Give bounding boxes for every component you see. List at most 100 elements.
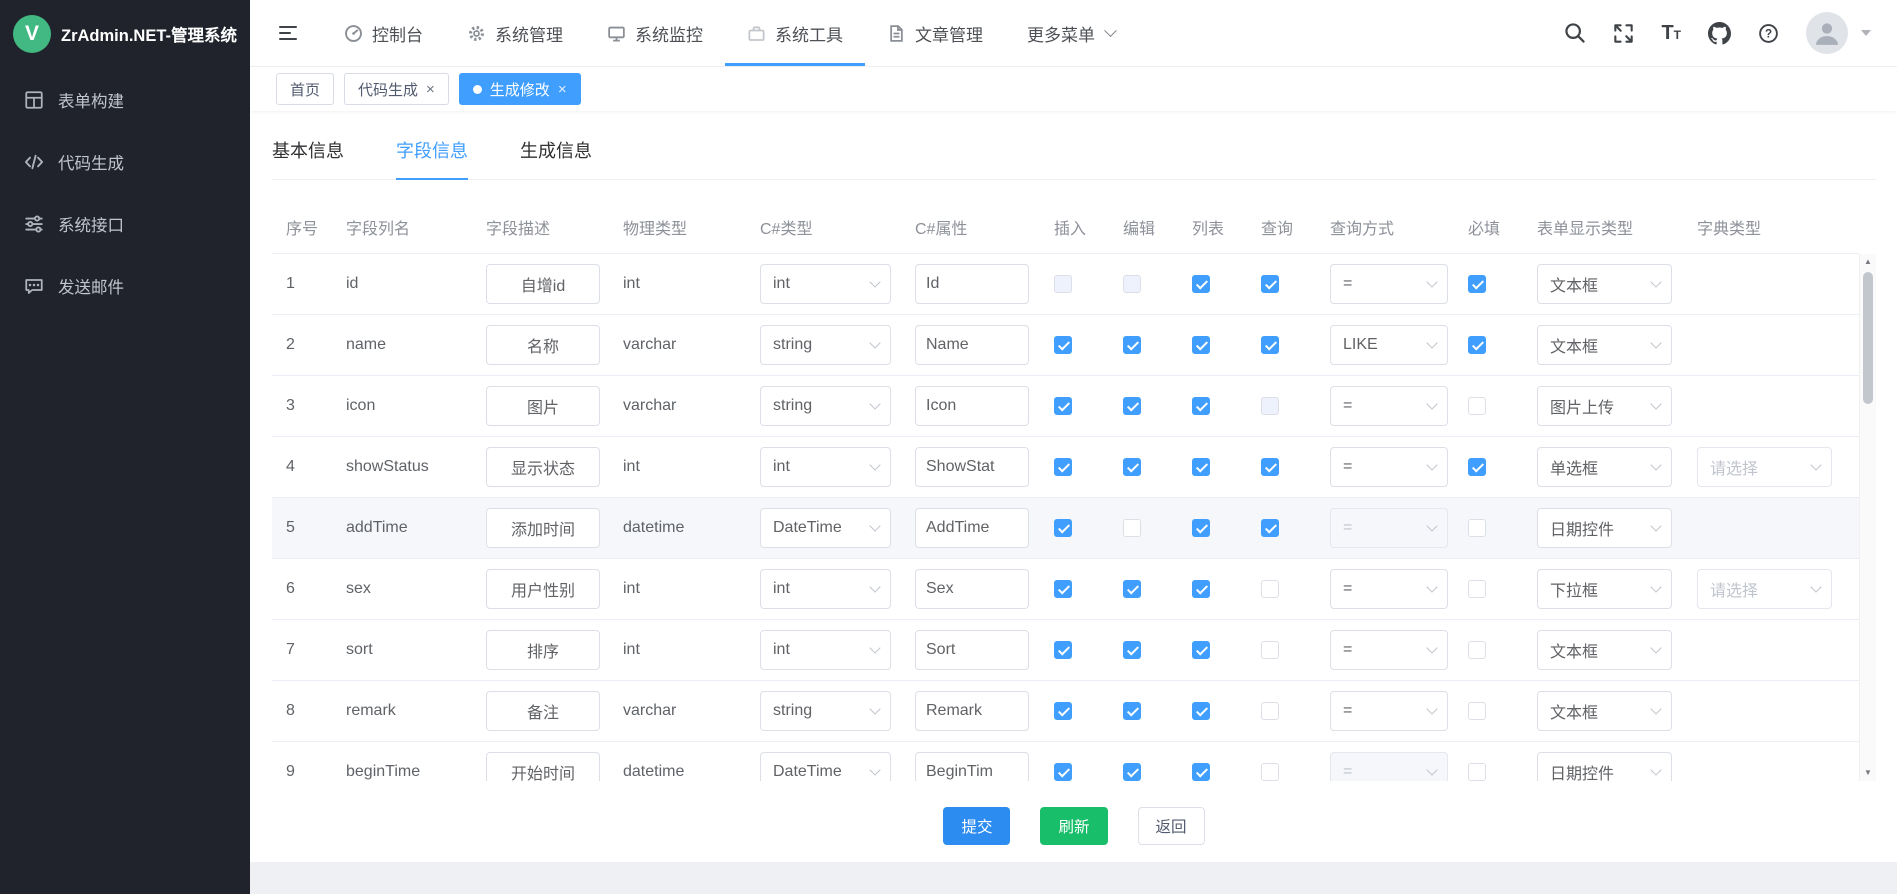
insert-checkbox[interactable] <box>1054 763 1072 781</box>
field-desc-input[interactable] <box>486 752 600 781</box>
field-desc-input[interactable] <box>486 325 600 365</box>
required-checkbox[interactable] <box>1468 641 1486 659</box>
display-type-select[interactable]: 日期控件 <box>1537 752 1672 781</box>
insert-checkbox[interactable] <box>1054 275 1072 293</box>
display-type-select[interactable]: 日期控件 <box>1537 508 1672 548</box>
caret-down-icon[interactable] <box>1861 30 1871 36</box>
nav-item-more-menu[interactable]: 更多菜单 <box>1005 0 1137 66</box>
csharp-type-select[interactable]: int <box>760 264 891 304</box>
nav-item-article-management[interactable]: 文章管理 <box>865 0 1005 66</box>
list-checkbox[interactable] <box>1192 397 1210 415</box>
list-checkbox[interactable] <box>1192 336 1210 354</box>
required-checkbox[interactable] <box>1468 275 1486 293</box>
csharp-prop-input[interactable] <box>915 386 1029 426</box>
insert-checkbox[interactable] <box>1054 336 1072 354</box>
fullscreen-icon[interactable] <box>1613 23 1634 44</box>
query-checkbox[interactable] <box>1261 275 1279 293</box>
insert-checkbox[interactable] <box>1054 519 1072 537</box>
csharp-prop-input[interactable] <box>915 630 1029 670</box>
edit-checkbox[interactable] <box>1123 702 1141 720</box>
csharp-prop-input[interactable] <box>915 508 1029 548</box>
edit-checkbox[interactable] <box>1123 275 1141 293</box>
tab-field-info[interactable]: 字段信息 <box>396 137 468 179</box>
search-icon[interactable] <box>1564 22 1586 44</box>
nav-item-system-monitor[interactable]: 系统监控 <box>585 0 725 66</box>
nav-item-console[interactable]: 控制台 <box>322 0 445 66</box>
query-checkbox[interactable] <box>1261 702 1279 720</box>
refresh-button[interactable]: 刷新 <box>1040 807 1107 845</box>
query-checkbox[interactable] <box>1261 397 1279 415</box>
edit-checkbox[interactable] <box>1123 458 1141 476</box>
csharp-type-select[interactable]: DateTime <box>760 508 891 548</box>
query-mode-select[interactable]: = <box>1330 569 1448 609</box>
query-checkbox[interactable] <box>1261 336 1279 354</box>
tag-generate-edit[interactable]: 生成修改 × <box>459 73 581 105</box>
required-checkbox[interactable] <box>1468 763 1486 781</box>
csharp-prop-input[interactable] <box>915 691 1029 731</box>
csharp-type-select[interactable]: int <box>760 630 891 670</box>
field-desc-input[interactable] <box>486 508 600 548</box>
close-icon[interactable]: × <box>558 82 567 97</box>
github-icon[interactable] <box>1708 22 1731 45</box>
nav-item-system-tools[interactable]: 系统工具 <box>725 0 865 66</box>
query-checkbox[interactable] <box>1261 519 1279 537</box>
tag-home[interactable]: 首页 <box>276 73 334 105</box>
query-mode-select[interactable]: LIKE <box>1330 325 1448 365</box>
query-checkbox[interactable] <box>1261 580 1279 598</box>
query-mode-select[interactable]: = <box>1330 386 1448 426</box>
required-checkbox[interactable] <box>1468 702 1486 720</box>
field-desc-input[interactable] <box>486 264 600 304</box>
list-checkbox[interactable] <box>1192 702 1210 720</box>
query-checkbox[interactable] <box>1261 763 1279 781</box>
insert-checkbox[interactable] <box>1054 458 1072 476</box>
edit-checkbox[interactable] <box>1123 336 1141 354</box>
user-avatar[interactable] <box>1806 12 1848 54</box>
scroll-up-arrow[interactable]: ▲ <box>1860 255 1876 269</box>
vertical-scrollbar[interactable]: ▲ ▼ <box>1859 254 1876 781</box>
query-mode-select[interactable]: = <box>1330 447 1448 487</box>
sidebar-item-form-builder[interactable]: 表单构建 <box>0 69 250 131</box>
list-checkbox[interactable] <box>1192 275 1210 293</box>
sidebar-item-send-mail[interactable]: 发送邮件 <box>0 255 250 317</box>
dict-type-select[interactable]: 请选择 <box>1697 447 1832 487</box>
sidebar-item-code-generation[interactable]: 代码生成 <box>0 131 250 193</box>
query-mode-select[interactable]: = <box>1330 264 1448 304</box>
insert-checkbox[interactable] <box>1054 641 1072 659</box>
csharp-prop-input[interactable] <box>915 325 1029 365</box>
submit-button[interactable]: 提交 <box>943 807 1010 845</box>
display-type-select[interactable]: 下拉框 <box>1537 569 1672 609</box>
list-checkbox[interactable] <box>1192 763 1210 781</box>
field-desc-input[interactable] <box>486 630 600 670</box>
list-checkbox[interactable] <box>1192 641 1210 659</box>
scroll-down-arrow[interactable]: ▼ <box>1860 766 1876 780</box>
required-checkbox[interactable] <box>1468 519 1486 537</box>
field-desc-input[interactable] <box>486 386 600 426</box>
insert-checkbox[interactable] <box>1054 397 1072 415</box>
tab-basic-info[interactable]: 基本信息 <box>272 137 344 179</box>
display-type-select[interactable]: 单选框 <box>1537 447 1672 487</box>
required-checkbox[interactable] <box>1468 397 1486 415</box>
query-mode-select[interactable]: = <box>1330 691 1448 731</box>
edit-checkbox[interactable] <box>1123 580 1141 598</box>
font-size-icon[interactable]: TT <box>1661 23 1681 43</box>
list-checkbox[interactable] <box>1192 580 1210 598</box>
dict-type-select[interactable]: 请选择 <box>1697 569 1832 609</box>
csharp-type-select[interactable]: string <box>760 325 891 365</box>
field-desc-input[interactable] <box>486 447 600 487</box>
edit-checkbox[interactable] <box>1123 519 1141 537</box>
display-type-select[interactable]: 文本框 <box>1537 264 1672 304</box>
close-icon[interactable]: × <box>426 82 435 97</box>
display-type-select[interactable]: 图片上传 <box>1537 386 1672 426</box>
csharp-type-select[interactable]: int <box>760 569 891 609</box>
insert-checkbox[interactable] <box>1054 580 1072 598</box>
required-checkbox[interactable] <box>1468 458 1486 476</box>
field-desc-input[interactable] <box>486 691 600 731</box>
query-mode-select[interactable]: = <box>1330 508 1448 548</box>
insert-checkbox[interactable] <box>1054 702 1072 720</box>
question-icon[interactable]: ? <box>1758 23 1779 44</box>
csharp-prop-input[interactable] <box>915 569 1029 609</box>
sidebar-item-system-api[interactable]: 系统接口 <box>0 193 250 255</box>
edit-checkbox[interactable] <box>1123 763 1141 781</box>
csharp-prop-input[interactable] <box>915 752 1029 781</box>
required-checkbox[interactable] <box>1468 336 1486 354</box>
